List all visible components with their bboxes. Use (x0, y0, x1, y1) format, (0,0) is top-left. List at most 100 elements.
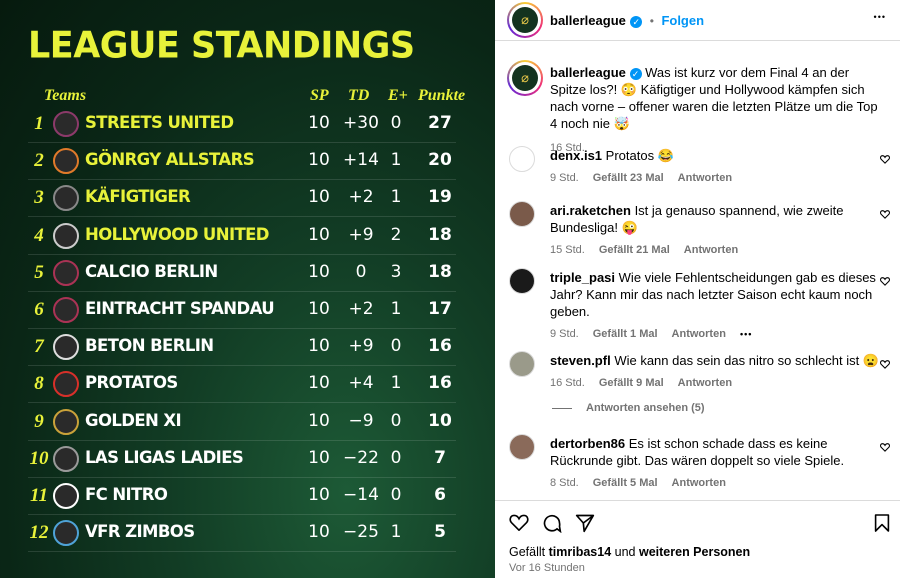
stat-pts: 20 (428, 150, 452, 171)
rank-number: 6 (34, 299, 44, 320)
stat-sp: 10 (308, 410, 330, 431)
standings-row: 11 FC NITRO 10 −14 0 6 (28, 479, 456, 515)
share-icon[interactable] (575, 513, 595, 533)
caption-avatar[interactable]: ⌀ (507, 60, 543, 96)
post-image[interactable]: LEAGUE STANDINGS Teams SP TD E+ Punkte 1… (0, 0, 495, 578)
commenter-username[interactable]: steven.pfl (550, 353, 611, 368)
comment-text: Wie kann das sein das nitro so schlecht … (614, 353, 880, 368)
comment-likes[interactable]: Gefällt 9 Mal (599, 377, 664, 389)
stat-e: 0 (390, 485, 402, 505)
team-logo-icon (53, 334, 79, 361)
stat-pts: 16 (428, 336, 452, 357)
author-username[interactable]: ballerleague (550, 13, 626, 28)
team-logo-icon (53, 185, 79, 212)
like-heart-icon[interactable] (509, 513, 529, 531)
replies-line (552, 407, 572, 409)
stat-pts: 10 (428, 410, 452, 431)
comment-like-icon[interactable] (880, 359, 890, 369)
stat-sp: 10 (308, 113, 330, 133)
commenter-username[interactable]: denx.is1 (550, 148, 602, 163)
stat-pts: 5 (434, 522, 446, 543)
comment-time: 9 Std. (550, 172, 579, 184)
comment-icon[interactable] (542, 513, 562, 533)
caption-username[interactable]: ballerleague (550, 65, 626, 80)
standings-row: 5 CALCIO BERLIN 10 0 3 18 (28, 256, 456, 292)
commenter-avatar[interactable] (509, 434, 535, 460)
standings-title: LEAGUE STANDINGS (28, 25, 415, 67)
stat-td: +2 (348, 299, 374, 319)
stat-pts: 18 (428, 224, 452, 245)
save-bookmark-icon[interactable] (874, 513, 890, 533)
team-name: VFR ZIMBOS (85, 522, 195, 542)
stat-pts: 17 (428, 299, 452, 319)
comment-more-icon[interactable]: ••• (740, 329, 752, 339)
commenter-avatar[interactable] (509, 268, 535, 294)
team-name: LAS LIGAS LADIES (85, 447, 244, 467)
reply-button[interactable]: Antworten (678, 377, 732, 389)
reply-button[interactable]: Antworten (672, 477, 726, 489)
stat-td: −14 (343, 485, 379, 505)
follow-button[interactable]: Folgen (661, 13, 704, 28)
comment-likes[interactable]: Gefällt 5 Mal (593, 477, 658, 489)
author-avatar[interactable]: ⌀ (507, 2, 543, 38)
stat-sp: 10 (308, 224, 330, 245)
comment-like-icon[interactable] (880, 209, 890, 219)
stat-td: 0 (355, 261, 367, 282)
team-logo-icon (53, 445, 79, 472)
comment: steven.pfl Wie kann das sein das nitro s… (550, 352, 880, 389)
commenter-avatar[interactable] (509, 201, 535, 227)
standings-row: 12 VFR ZIMBOS 10 −25 1 5 (28, 516, 456, 553)
reply-button[interactable]: Antworten (678, 172, 732, 184)
commenter-avatar[interactable] (509, 146, 535, 172)
liker-username[interactable]: timribas14 (549, 545, 612, 559)
reply-button[interactable]: Antworten (684, 244, 738, 256)
standings-row: 1 STREETS UNITED 10 +30 0 27 (28, 107, 456, 143)
league-logo-icon: ⌀ (512, 7, 538, 33)
comment-time: 8 Std. (550, 477, 579, 489)
stat-pts: 7 (434, 447, 446, 468)
team-name: STREETS UNITED (85, 113, 234, 132)
commenter-username[interactable]: ari.raketchen (550, 203, 631, 218)
comment-like-icon[interactable] (880, 154, 890, 164)
stat-e: 3 (390, 261, 402, 282)
comment-time: 15 Std. (550, 244, 585, 256)
comment-time: 9 Std. (550, 328, 579, 340)
stat-e: 1 (390, 522, 402, 543)
comment-likes[interactable]: Gefällt 1 Mal (593, 328, 658, 340)
comment-likes[interactable]: Gefällt 21 Mal (599, 244, 670, 256)
team-logo-icon (53, 297, 79, 323)
stat-sp: 10 (308, 336, 330, 357)
team-logo-icon (53, 148, 79, 175)
stat-sp: 10 (308, 299, 330, 319)
stat-e: 1 (390, 150, 402, 171)
stat-pts: 27 (428, 113, 452, 133)
more-options-icon[interactable]: ••• (874, 12, 886, 22)
commenter-username[interactable]: dertorben86 (550, 436, 625, 451)
stat-e: 0 (390, 410, 402, 431)
rank-number: 12 (29, 522, 49, 544)
team-name: GÖNRGY ALLSTARS (85, 150, 255, 170)
header-points: Punkte (418, 87, 466, 104)
others-link[interactable]: weiteren Personen (639, 545, 750, 559)
commenter-avatar[interactable] (509, 351, 535, 377)
standings-row: 9 GOLDEN XI 10 −9 0 10 (28, 405, 456, 441)
standings-row: 10 LAS LIGAS LADIES 10 −22 0 7 (28, 442, 456, 478)
stat-td: −22 (343, 447, 379, 468)
stat-pts: 6 (434, 485, 446, 505)
stat-e: 1 (390, 299, 402, 319)
stat-td: +2 (348, 187, 374, 208)
team-logo-icon (53, 483, 79, 509)
view-replies-button[interactable]: Antworten ansehen (5) (586, 402, 705, 414)
rank-number: 9 (34, 410, 44, 432)
standings-row: 8 PROTATOS 10 +4 1 16 (28, 367, 456, 404)
reply-button[interactable]: Antworten (672, 328, 726, 340)
rank-number: 3 (34, 187, 44, 209)
stat-td: −25 (343, 522, 379, 543)
comment-time: 16 Std. (550, 377, 585, 389)
comment-like-icon[interactable] (880, 442, 890, 452)
comment-text: Protatos 😂 (605, 148, 674, 163)
comment-like-icon[interactable] (880, 276, 890, 286)
comment-likes[interactable]: Gefällt 23 Mal (593, 172, 664, 184)
rank-number: 11 (30, 485, 48, 506)
commenter-username[interactable]: triple_pasi (550, 270, 615, 285)
